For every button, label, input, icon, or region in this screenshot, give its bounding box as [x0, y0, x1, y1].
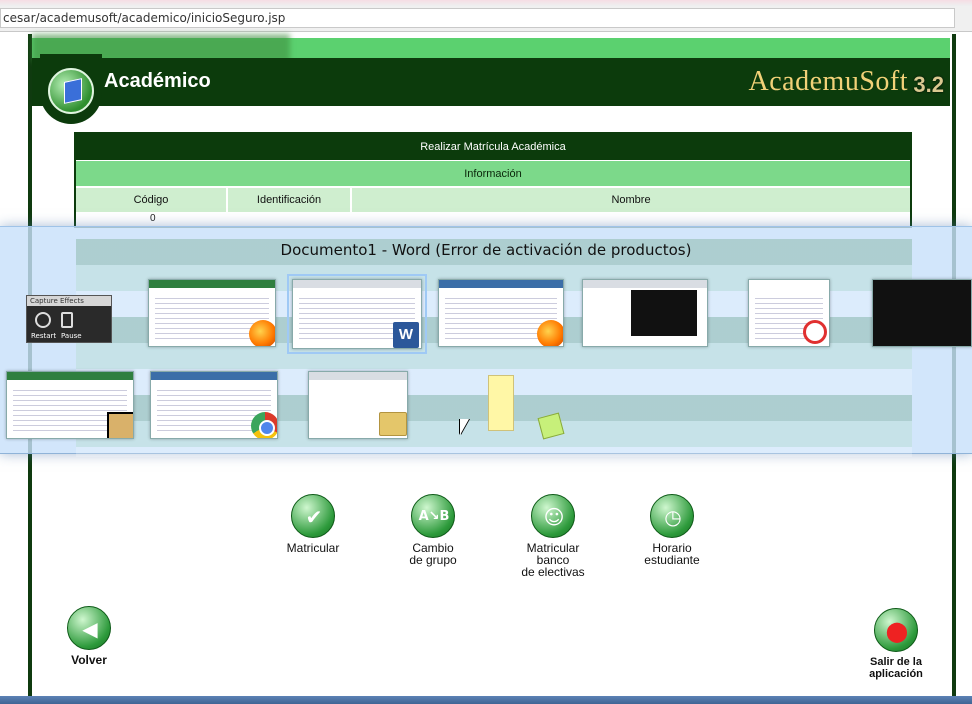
active-window-title: Documento1 - Word (Error de activación d…: [280, 241, 692, 259]
folder-icon: [379, 412, 407, 436]
taskbar-edge: [0, 696, 972, 704]
restart-label: Restart: [31, 332, 57, 340]
header-banner: Académico AcademuSoft 3.2: [32, 58, 950, 106]
table-column-headers: Código Identificación Nombre: [76, 186, 910, 212]
app-icon: [107, 412, 133, 438]
window-thumb-desktop[interactable]: [872, 279, 972, 347]
firefox-icon: [537, 320, 563, 346]
browser-toolbar: cesar/academusoft/academico/inicioSeguro…: [0, 0, 972, 32]
brand-logo-text: AcademuSoft: [748, 66, 908, 97]
exit-button[interactable]: ⬤ Salir de la aplicación: [862, 608, 930, 680]
matricula-table: Realizar Matrícula Académica Información…: [74, 132, 912, 228]
window-thumb-word-selected[interactable]: W: [287, 274, 427, 354]
cambio-grupo-label: Cambio de grupo: [409, 541, 457, 567]
top-green-bar: [32, 34, 950, 62]
clock-icon: ◷: [664, 505, 682, 529]
horario-estudiante-button[interactable]: ◷ Horario estudiante: [636, 494, 708, 566]
word-icon: W: [393, 322, 419, 348]
window-thumb-sticky-note[interactable]: [488, 375, 514, 431]
chrome-icon: [251, 412, 277, 438]
column-header-codigo: Código: [76, 188, 228, 212]
book-icon: [64, 78, 82, 104]
module-title: Académico: [104, 70, 211, 92]
capture-tabs: Capture Effects: [27, 296, 111, 306]
window-thumb-video-player[interactable]: [582, 279, 708, 347]
brand-version: 3.2: [913, 72, 944, 97]
cambio-grupo-button[interactable]: A↘B Cambio de grupo: [400, 494, 466, 566]
table-section-header: Información: [76, 160, 910, 186]
capture-widget-thumbnail[interactable]: Capture Effects Restart Pause: [26, 295, 112, 343]
window-thumb-explorer[interactable]: [308, 371, 408, 439]
exit-icon: ⬤: [885, 619, 909, 643]
address-bar[interactable]: cesar/academusoft/academico/inicioSeguro…: [0, 8, 955, 28]
pause-label: Pause: [61, 332, 82, 340]
window-thumb-chrome[interactable]: [150, 371, 278, 439]
title-strip: [0, 0, 972, 6]
globe-icon: [48, 68, 94, 114]
window-thumb-snipping-tool[interactable]: [748, 279, 830, 347]
arrow-left-icon: ◀: [82, 617, 98, 641]
snipping-icon: [803, 320, 827, 344]
ab-swap-icon: A↘B: [418, 509, 450, 524]
window-thumb-academusoft-app[interactable]: [6, 371, 134, 439]
mouse-cursor-icon: [460, 419, 469, 435]
window-thumb-academusoft-firefox[interactable]: [148, 279, 276, 347]
horario-estudiante-label: Horario estudiante: [644, 541, 700, 567]
group-check-icon: ☺: [543, 505, 565, 529]
table-row: 0: [76, 212, 910, 226]
window-thumb-facebook-firefox[interactable]: [438, 279, 564, 347]
matricular-electivas-label: Matricular banco de electivas: [521, 541, 585, 579]
back-button[interactable]: ◀ Volver: [60, 606, 118, 666]
codigo-value: 0: [150, 213, 156, 224]
check-icon: ✔: [305, 505, 323, 529]
back-label: Volver: [71, 653, 107, 667]
task-switcher-overlay: Documento1 - Word (Error de activación d…: [0, 226, 972, 457]
column-header-identificacion: Identificación: [228, 188, 352, 212]
matricular-label: Matricular: [286, 541, 340, 555]
matricular-electivas-button[interactable]: ☺ Matricular banco de electivas: [512, 494, 594, 578]
exit-label: Salir de la aplicación: [869, 656, 923, 680]
restart-icon: [35, 312, 51, 328]
firefox-icon: [249, 320, 275, 346]
column-header-nombre: Nombre: [352, 188, 910, 212]
pause-icon: [61, 312, 73, 328]
table-title: Realizar Matrícula Académica: [76, 134, 910, 160]
academic-logo[interactable]: [40, 54, 102, 124]
matricular-button[interactable]: ✔ Matricular: [280, 494, 346, 554]
